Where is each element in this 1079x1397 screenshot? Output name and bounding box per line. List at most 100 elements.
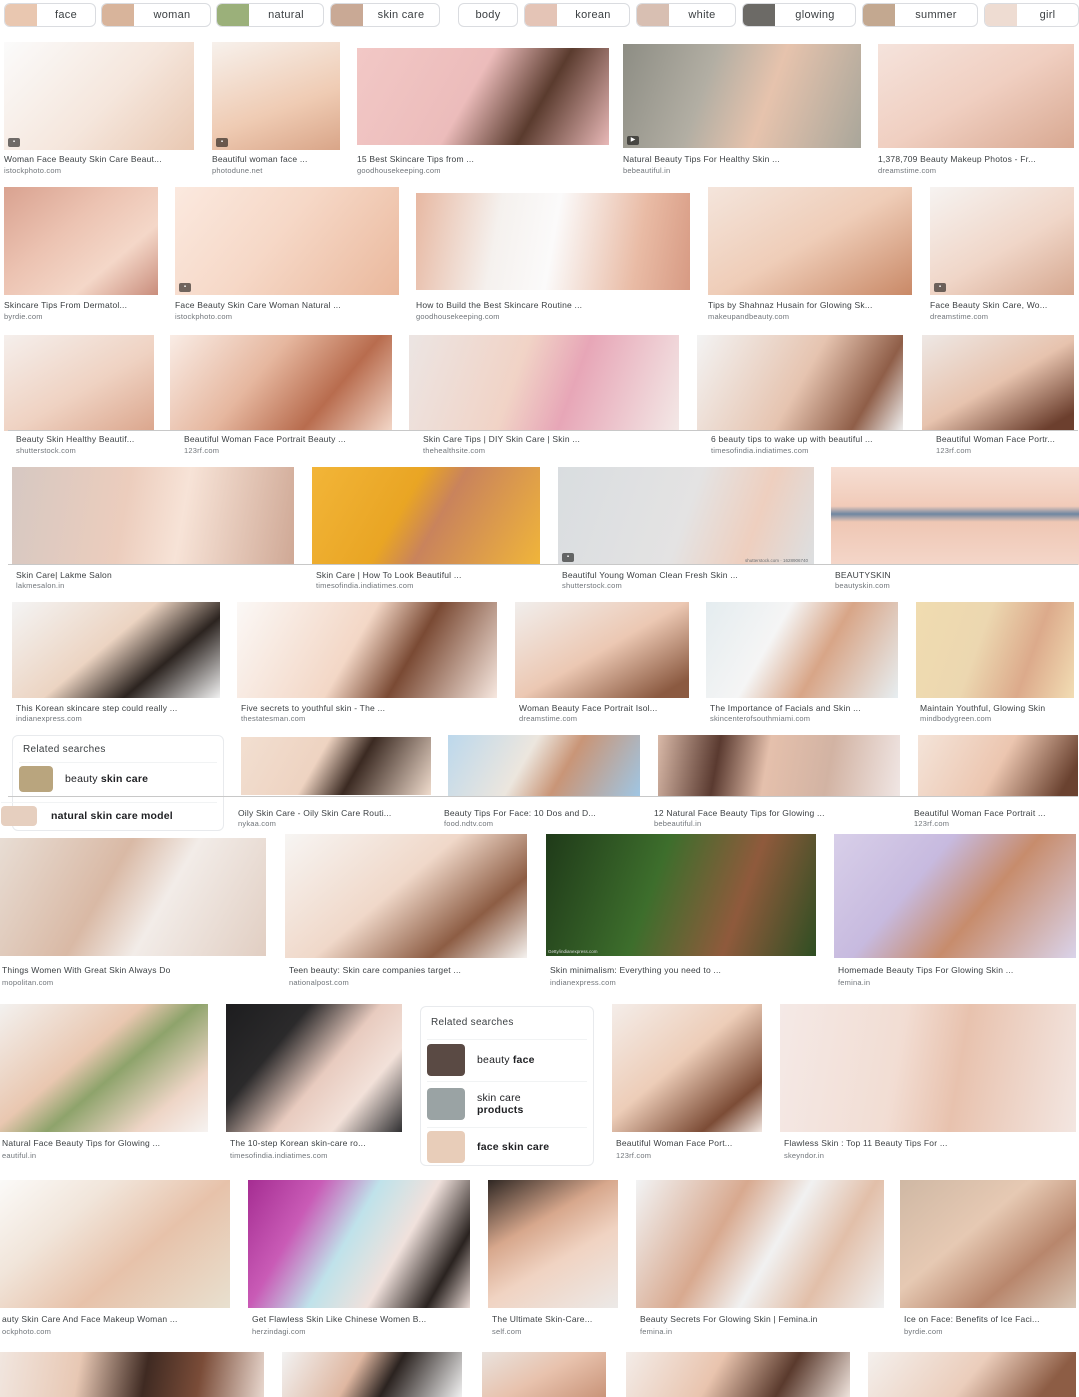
result-thumbnail[interactable]: [12, 602, 220, 698]
image-result[interactable]: Five secrets to youthful skin - The ... …: [237, 602, 497, 726]
result-title[interactable]: Skin minimalism: Everything you need to …: [550, 965, 820, 976]
result-source[interactable]: self.com: [492, 1327, 622, 1337]
result-title[interactable]: 6 beauty tips to wake up with beautiful …: [711, 434, 917, 445]
chip-summer[interactable]: summer: [862, 3, 978, 27]
result-title[interactable]: Maintain Youthful, Glowing Skin: [920, 703, 1078, 714]
result-thumbnail[interactable]: [697, 335, 903, 431]
result-source[interactable]: bebeautiful.in: [654, 819, 896, 829]
result-source[interactable]: shutterstock.com: [562, 581, 818, 591]
image-result[interactable]: [282, 1352, 462, 1397]
image-result[interactable]: ▪ shutterstock.com · 1628906740 Beautiful…: [558, 467, 814, 592]
result-title[interactable]: 15 Best Skincare Tips from ...: [357, 154, 609, 165]
chip-skin-care[interactable]: skin care: [330, 3, 440, 27]
result-source[interactable]: ockphoto.com: [2, 1327, 232, 1337]
result-thumbnail[interactable]: [868, 1352, 1076, 1397]
result-thumbnail[interactable]: [226, 1004, 402, 1132]
image-result[interactable]: Skin Care| Lakme Salon lakmesalon.in: [12, 467, 294, 592]
image-result[interactable]: Natural Face Beauty Tips for Glowing ...…: [0, 1004, 208, 1164]
result-title[interactable]: Beautiful Woman Face Port...: [616, 1138, 766, 1149]
result-thumbnail[interactable]: [285, 834, 527, 958]
result-thumbnail[interactable]: [12, 467, 294, 565]
image-result[interactable]: ▪ Beautiful woman face ... photodune.net: [212, 42, 340, 178]
result-thumbnail[interactable]: ▪: [175, 187, 399, 295]
result-thumbnail[interactable]: ▪: [4, 42, 194, 150]
result-thumbnail[interactable]: [626, 1352, 850, 1397]
image-result[interactable]: 12 Natural Face Beauty Tips for Glowing …: [654, 735, 900, 829]
image-result[interactable]: [626, 1352, 850, 1397]
result-title[interactable]: 1,378,709 Beauty Makeup Photos - Fr...: [878, 154, 1074, 165]
result-source[interactable]: lakmesalon.in: [16, 581, 298, 591]
chip-glowing[interactable]: glowing: [742, 3, 856, 27]
result-source[interactable]: 123rf.com: [184, 446, 406, 456]
result-title[interactable]: Face Beauty Skin Care Woman Natural ...: [175, 300, 399, 311]
result-thumbnail[interactable]: [878, 44, 1074, 148]
result-source[interactable]: timesofindia.indiatimes.com: [711, 446, 917, 456]
result-title[interactable]: auty Skin Care And Face Makeup Woman ...: [2, 1314, 232, 1325]
result-title[interactable]: Beauty Secrets For Glowing Skin | Femina…: [640, 1314, 888, 1325]
result-title[interactable]: Skin Care Tips | DIY Skin Care | Skin ..…: [423, 434, 693, 445]
result-title[interactable]: Get Flawless Skin Like Chinese Women B..…: [252, 1314, 474, 1325]
result-thumbnail[interactable]: [834, 834, 1076, 958]
result-title[interactable]: The 10-step Korean skin-care ro...: [230, 1138, 406, 1149]
image-result[interactable]: Beauty Skin Healthy Beautif... shutterst…: [4, 335, 154, 459]
result-thumbnail[interactable]: [0, 838, 266, 956]
result-source[interactable]: skincenterofsouthmiami.com: [710, 714, 902, 724]
result-thumbnail[interactable]: [515, 602, 689, 698]
result-title[interactable]: Things Women With Great Skin Always Do: [2, 965, 268, 976]
result-title[interactable]: This Korean skincare step could really .…: [16, 703, 224, 714]
result-thumbnail[interactable]: [482, 1352, 606, 1397]
result-thumbnail[interactable]: ▪ shutterstock.com · 1628906740: [558, 467, 814, 565]
image-result[interactable]: [868, 1352, 1076, 1397]
result-title[interactable]: Woman Face Beauty Skin Care Beaut...: [4, 154, 194, 165]
result-thumbnail[interactable]: [4, 335, 154, 431]
result-title[interactable]: Beauty Skin Healthy Beautif...: [16, 434, 166, 445]
result-thumbnail[interactable]: [488, 1180, 618, 1308]
image-result[interactable]: Skincare Tips From Dermatol... byrdie.co…: [4, 187, 158, 323]
image-result[interactable]: Beautiful Woman Face Portrait ... 123rf.…: [914, 735, 1078, 829]
result-title[interactable]: The Ultimate Skin-Care...: [492, 1314, 622, 1325]
result-title[interactable]: How to Build the Best Skincare Routine .…: [416, 300, 690, 311]
result-title[interactable]: Woman Beauty Face Portrait Isol...: [519, 703, 693, 714]
result-thumbnail[interactable]: [0, 1352, 264, 1397]
result-source[interactable]: 123rf.com: [616, 1151, 766, 1161]
result-title[interactable]: Skin Care | How To Look Beautiful ...: [316, 570, 544, 581]
result-thumbnail[interactable]: [706, 602, 898, 698]
result-title[interactable]: Beautiful Woman Face Portrait ...: [914, 808, 1074, 819]
image-result[interactable]: Getty/indianexpress.com Skin minimalism:…: [546, 834, 816, 990]
result-title[interactable]: Face Beauty Skin Care, Wo...: [930, 300, 1074, 311]
image-result[interactable]: Beautiful Woman Face Portr... 123rf.com: [922, 335, 1074, 459]
image-result[interactable]: 1,378,709 Beauty Makeup Photos - Fr... d…: [878, 44, 1074, 178]
result-title[interactable]: Five secrets to youthful skin - The ...: [241, 703, 501, 714]
result-thumbnail[interactable]: [708, 187, 912, 295]
result-title[interactable]: The Importance of Facials and Skin ...: [710, 703, 902, 714]
result-thumbnail[interactable]: [237, 602, 497, 698]
result-source[interactable]: dreamstime.com: [930, 312, 1074, 322]
result-source[interactable]: shutterstock.com: [16, 446, 166, 456]
image-result[interactable]: Oily Skin Care - Oily Skin Care Routi...…: [238, 737, 431, 829]
result-source[interactable]: nykaa.com: [238, 819, 428, 829]
chip-korean[interactable]: korean: [524, 3, 630, 27]
result-title[interactable]: Beauty Tips For Face: 10 Dos and D...: [444, 808, 636, 819]
image-result[interactable]: auty Skin Care And Face Makeup Woman ...…: [0, 1180, 230, 1340]
image-result[interactable]: ▪ Face Beauty Skin Care Woman Natural ..…: [175, 187, 399, 323]
result-source[interactable]: timesofindia.indiatimes.com: [230, 1151, 406, 1161]
result-title[interactable]: Tips by Shahnaz Husain for Glowing Sk...: [708, 300, 912, 311]
image-result[interactable]: Maintain Youthful, Glowing Skin mindbody…: [916, 602, 1074, 726]
result-thumbnail[interactable]: ▪: [930, 187, 1074, 295]
result-source[interactable]: makeupandbeauty.com: [708, 312, 912, 322]
result-source[interactable]: byrdie.com: [4, 312, 158, 322]
result-title[interactable]: Teen beauty: Skin care companies target …: [289, 965, 531, 976]
result-title[interactable]: Oily Skin Care - Oily Skin Care Routi...: [238, 808, 428, 819]
result-source[interactable]: istockphoto.com: [4, 166, 194, 176]
result-thumbnail[interactable]: ▶: [623, 44, 861, 148]
result-source[interactable]: goodhousekeeping.com: [357, 166, 609, 176]
result-thumbnail[interactable]: [612, 1004, 762, 1132]
result-title[interactable]: Beautiful Woman Face Portr...: [936, 434, 1079, 445]
image-result[interactable]: Skin Care | How To Look Beautiful ... ti…: [312, 467, 540, 592]
image-result[interactable]: Things Women With Great Skin Always Do m…: [0, 838, 266, 990]
result-thumbnail[interactable]: [831, 467, 1079, 565]
result-thumbnail[interactable]: [282, 1352, 462, 1397]
result-thumbnail[interactable]: [4, 187, 158, 295]
image-result[interactable]: 6 beauty tips to wake up with beautiful …: [697, 335, 903, 459]
result-source[interactable]: thehealthsite.com: [423, 446, 693, 456]
